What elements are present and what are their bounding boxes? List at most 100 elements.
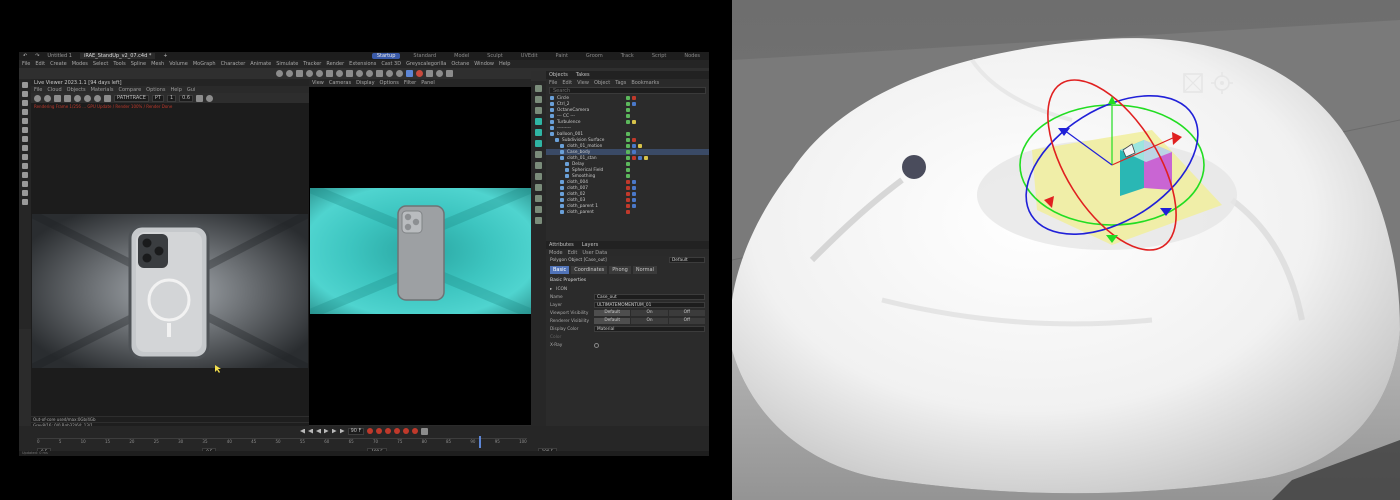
menu-greyscalegorilla[interactable]: Greyscalegorilla [406,61,446,67]
expand-arrow-icon[interactable]: ▸ [550,287,552,292]
material-pick-icon[interactable] [94,94,101,102]
attr-menu-edit[interactable]: Edit [568,250,578,256]
object-tag-icon[interactable] [638,144,642,148]
paint-tool-icon[interactable] [22,190,28,196]
lv-menu-objects[interactable]: Objects [67,87,86,93]
menu-create[interactable]: Create [50,61,67,67]
object-tag-icon[interactable] [632,150,636,154]
object-tag-icon[interactable] [626,186,630,190]
zoom-lv-icon[interactable] [206,94,214,102]
object-tag-icon[interactable] [626,156,630,160]
xray-checkbox[interactable] [594,342,599,348]
light-object-icon[interactable] [535,184,542,191]
cloner-icon[interactable] [355,70,363,77]
object-tag-icon[interactable] [626,132,630,136]
object-tag-icon[interactable] [626,210,630,214]
lv-menu-file[interactable]: File [34,87,42,93]
layer-field[interactable]: ULTIMATEMOMENTUM_01 [594,302,705,308]
pause-render-icon[interactable] [54,94,61,102]
layout-tab-track[interactable]: Track [616,53,639,59]
object-tag-icon[interactable] [626,108,630,112]
restart-render-icon[interactable] [44,94,51,102]
edges-mode-icon[interactable] [22,145,28,151]
tab-takes[interactable]: Takes [576,72,590,78]
layout-tab-paint[interactable]: Paint [551,53,573,59]
current-frame-field[interactable]: 90 F [347,427,365,435]
tab-attributes[interactable]: Attributes [549,242,574,248]
tab-objects[interactable]: Objects [549,72,568,78]
lv-menu-materials[interactable]: Materials [91,87,114,93]
menu-octane[interactable]: Octane [451,61,469,67]
clay-mode-icon[interactable] [196,94,204,102]
vp-menu-cameras[interactable]: Cameras [329,80,351,86]
object-tag-icon[interactable] [632,180,636,184]
menu-select[interactable]: Select [93,61,108,67]
vv-on[interactable]: On [631,310,668,316]
object-tag-icon[interactable] [626,180,630,184]
vp-menu-panel[interactable]: Panel [421,80,435,86]
obj-menu-view[interactable]: View [577,80,589,86]
magnet-tool-icon[interactable] [22,181,28,187]
tag-icon[interactable] [535,206,542,213]
object-mode-icon[interactable] [535,85,542,92]
rv-off[interactable]: Off [668,318,705,324]
menu-mesh[interactable]: Mesh [151,61,164,67]
object-tag-icon[interactable] [626,120,630,124]
object-tag-icon[interactable] [632,192,636,196]
points-mode-icon[interactable] [22,136,28,142]
octane-settings-icon[interactable] [425,70,433,77]
menu-edit[interactable]: Edit [35,61,45,67]
layout-tab-script[interactable]: Script [647,53,672,59]
vv-default[interactable]: Default [594,310,631,316]
stop-render-icon[interactable] [64,94,71,102]
object-tag-icon[interactable] [644,156,648,160]
python-icon[interactable] [435,70,443,77]
menu-tools[interactable]: Tools [113,61,125,67]
layout-tab-standard[interactable]: Standard [408,53,441,59]
perspective-viewport[interactable]: View Cameras Display Options Filter Panel [309,79,532,425]
menu-render[interactable]: Render [326,61,344,67]
viewport-render[interactable] [310,188,532,314]
rv-default[interactable]: Default [594,318,631,324]
obj-menu-bookmarks[interactable]: Bookmarks [631,80,659,86]
live-render-image[interactable] [32,214,308,368]
render-kernel-select[interactable]: PATHTRACE [114,94,149,102]
lock-resolution-icon[interactable] [104,94,111,102]
lv-menu-options[interactable]: Options [146,87,165,93]
vv-off[interactable]: Off [668,310,705,316]
subtab-basic[interactable]: Basic [550,266,570,274]
octane-live-icon[interactable] [405,70,413,77]
menu-character[interactable]: Character [221,61,246,67]
subdivision-icon[interactable] [345,70,353,77]
undo-icon[interactable]: ↶ [23,53,27,59]
render-settings-icon[interactable] [285,70,293,77]
object-tag-icon[interactable] [626,192,630,196]
previous-key-icon[interactable] [308,429,313,434]
menu-extensions[interactable]: Extensions [349,61,376,67]
key-scale-icon[interactable] [403,428,410,434]
scene-icon[interactable] [535,217,542,224]
camera-icon[interactable] [385,70,393,77]
vp-menu-display[interactable]: Display [356,80,374,86]
object-tag-icon[interactable] [626,114,630,118]
doc-tab-2[interactable]: iRAE_StandUp_v2_07.c4d * [79,53,156,59]
object-tag-icon[interactable] [626,96,630,100]
object-tag-icon[interactable] [632,144,636,148]
layout-tab-sculpt[interactable]: Sculpt [482,53,508,59]
lv-menu-cloud[interactable]: Cloud [47,87,61,93]
play-backwards-icon[interactable] [316,429,321,434]
object-tag-icon[interactable] [632,204,636,208]
key-position-icon[interactable] [385,428,392,434]
generator-icon[interactable] [535,129,542,136]
layout-tab-model[interactable]: Model [449,53,474,59]
menu-simulate[interactable]: Simulate [276,61,298,67]
key-param-icon[interactable] [412,428,419,434]
name-field[interactable]: Case_out [594,294,705,300]
mograph-icon[interactable] [535,140,542,147]
kernel-mode-select[interactable]: PT [151,94,164,102]
subtab-phong[interactable]: Phong [609,266,631,274]
select-tool-icon[interactable] [22,91,28,97]
deformer-icon[interactable] [365,70,373,77]
pen-object-icon[interactable] [535,107,542,114]
lv-menu-gui[interactable]: Gui [187,87,195,93]
